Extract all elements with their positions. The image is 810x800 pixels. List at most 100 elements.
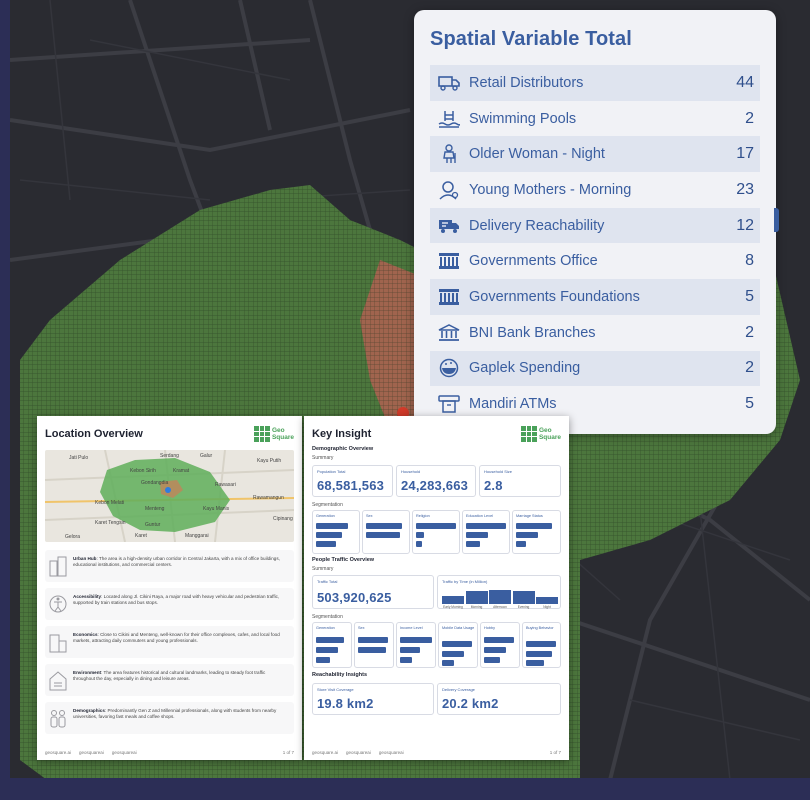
panel-toggle-tab[interactable] — [774, 208, 779, 232]
page-number: 1 of 7 — [549, 750, 561, 755]
traffic-segment-hobby: Hobby — [480, 622, 520, 668]
key-insight-page: Key Insight Geo Square Demographic Overvi… — [304, 416, 569, 760]
variable-value: 8 — [745, 252, 754, 270]
location-overview-page: Location Overview Geo Square Jati Pulo Se… — [37, 416, 302, 760]
info-card-environment: Environment: The area features historica… — [45, 664, 294, 696]
location-mini-map[interactable]: Jati Pulo Serdang Galur Kayu Putih Kebon… — [45, 450, 294, 542]
city-icon — [49, 556, 67, 577]
traffic-segment-generation: Generation — [312, 622, 352, 668]
government-building-icon — [436, 250, 462, 272]
variable-value: 2 — [745, 323, 754, 341]
segment-generation: Generation — [312, 510, 360, 554]
footer-twitter: geosquareai — [378, 750, 404, 755]
stat-delivery-coverage: Delivery Coverage 20.2 km2 — [437, 683, 561, 715]
section-subtitle: Summary — [312, 566, 334, 572]
traffic-segment-mobile-data: Mobile Data Usage — [438, 622, 478, 668]
traffic-bar — [536, 597, 558, 604]
government-building-icon — [436, 286, 462, 308]
segment-sex: Sex — [362, 510, 410, 554]
variable-label: Delivery Reachability — [469, 217, 605, 234]
section-title: People Traffic Overview — [312, 557, 375, 563]
footer-instagram: geosquareai — [79, 750, 104, 755]
info-card-economics: Economics: Close to Cikini and Menteng, … — [45, 626, 294, 658]
variable-row[interactable]: Delivery Reachability 12 — [430, 207, 760, 244]
traffic-bar — [489, 590, 511, 604]
page-title: Location Overview — [45, 428, 143, 440]
traffic-by-time-chart: Traffic by Time (in Million) Early Morni… — [437, 575, 561, 609]
variable-row[interactable]: BNI Bank Branches 2 — [430, 315, 760, 351]
demographics-icon — [50, 710, 66, 728]
variable-value: 5 — [745, 395, 754, 413]
variable-label: Retail Distributors — [469, 74, 584, 91]
traffic-time-label: Morning — [470, 605, 483, 609]
food-bowl-icon — [436, 357, 462, 379]
geosquare-logo: Geo Square — [253, 426, 294, 442]
page-footer: geosquare.ai geosquareai geosquareai 1 o… — [312, 750, 561, 755]
variable-label: Older Woman - Night — [469, 146, 605, 163]
stat-household: Household 24,283,663 — [396, 465, 476, 497]
variable-row[interactable]: Young Mothers - Morning 23 — [430, 172, 760, 208]
footer-website: geosquare.ai — [45, 750, 72, 755]
info-card-accessibility: Accessibility: Located along Jl. Cikini … — [45, 588, 294, 620]
footer-twitter: geosquareai — [111, 750, 137, 755]
frame-bottom — [0, 778, 810, 800]
variable-row[interactable]: Governments Foundations 5 — [430, 279, 760, 315]
card-title: Spatial Variable Total — [430, 28, 632, 50]
variable-label: Swimming Pools — [469, 110, 577, 127]
stat-traffic-total: Traffic Total 503,920,625 — [312, 575, 434, 609]
environment-icon — [49, 671, 67, 691]
variable-value: 44 — [736, 73, 754, 91]
variable-value: 5 — [745, 287, 754, 305]
footer-instagram: geosquareai — [346, 750, 371, 755]
stat-population-total: Population Total 68,581,563 — [312, 465, 393, 497]
variable-row[interactable]: Older Woman - Night 17 — [430, 136, 760, 173]
traffic-time-label: Evening — [517, 605, 530, 609]
atm-icon — [436, 393, 462, 415]
section-subtitle: Segmentation — [312, 614, 343, 620]
traffic-bar — [465, 591, 488, 604]
truck-icon — [436, 72, 462, 94]
traffic-segment-sex: Sex — [354, 622, 394, 668]
bank-icon — [436, 322, 462, 344]
variable-value: 12 — [736, 216, 754, 234]
traffic-bar — [442, 595, 464, 604]
segment-religion: Religion — [412, 510, 460, 554]
traffic-time-label: Night — [543, 605, 551, 609]
geosquare-logo: Geo Square — [520, 426, 561, 442]
section-title: Reachability Insights — [312, 672, 368, 678]
section-subtitle: Segmentation — [312, 502, 343, 508]
swimming-pool-icon — [436, 108, 462, 130]
variable-value: 17 — [736, 145, 754, 163]
traffic-time-label: Afternoon — [493, 605, 507, 609]
variable-row[interactable]: Swimming Pools 2 — [430, 101, 760, 137]
variable-label: Governments Office — [469, 253, 598, 270]
section-subtitle: Summary — [312, 455, 334, 461]
page-footer: geosquare.ai geosquareai geosquareai 1 o… — [45, 750, 294, 755]
variable-row[interactable]: Gaplek Spending 2 — [430, 350, 760, 387]
variable-label: Mandiri ATMs — [469, 396, 557, 413]
variable-label: Governments Foundations — [469, 288, 640, 305]
variable-row[interactable]: Retail Distributors 44 — [430, 65, 760, 101]
variable-value: 2 — [745, 109, 754, 127]
young-mother-icon — [436, 179, 462, 201]
variable-label: BNI Bank Branches — [469, 324, 596, 341]
variable-value: 2 — [745, 359, 754, 377]
segment-education: Education Level — [462, 510, 510, 554]
segment-marriage: Marriage Status — [512, 510, 561, 554]
spatial-variable-list: Retail Distributors 44 Swimming Pools 2 … — [430, 65, 760, 422]
frame-left — [0, 0, 10, 800]
stat-household-size: Household Size 2.8 — [479, 465, 561, 497]
variable-row[interactable]: Governments Office 8 — [430, 243, 760, 279]
section-title: Demographic Overview — [312, 446, 374, 452]
info-card-urban-hub: Urban Hub: The area is a high-density ur… — [45, 550, 294, 582]
accessibility-icon — [49, 595, 67, 613]
traffic-segment-income: Income Level — [396, 622, 436, 668]
page-number: 1 of 7 — [282, 750, 294, 755]
older-woman-icon — [436, 143, 462, 165]
traffic-time-label: Early Morning — [443, 605, 463, 609]
variable-label: Young Mothers - Morning — [469, 181, 632, 198]
spatial-variable-card: Spatial Variable Total Retail Distributo… — [414, 10, 776, 434]
traffic-bar — [512, 590, 535, 604]
page-title: Key Insight — [312, 428, 372, 440]
variable-value: 23 — [736, 180, 754, 198]
